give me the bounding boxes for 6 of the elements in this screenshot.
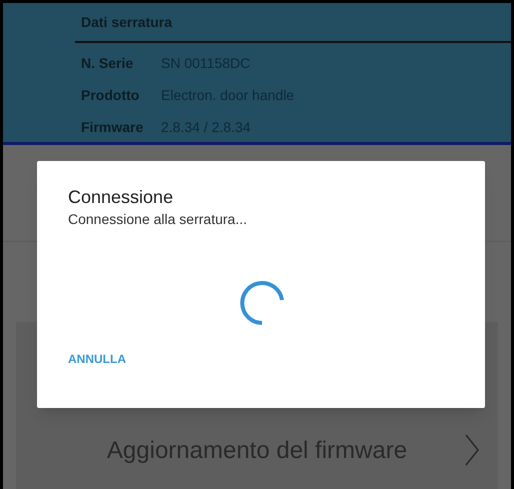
dialog-message: Connessione alla serratura... — [68, 210, 248, 228]
field-label: Firmware — [81, 118, 144, 137]
section-title: Dati serratura — [81, 14, 172, 30]
field-label: Prodotto — [81, 86, 140, 105]
dialog-title: Connessione — [68, 186, 174, 208]
field-label: N. Serie — [81, 54, 134, 73]
